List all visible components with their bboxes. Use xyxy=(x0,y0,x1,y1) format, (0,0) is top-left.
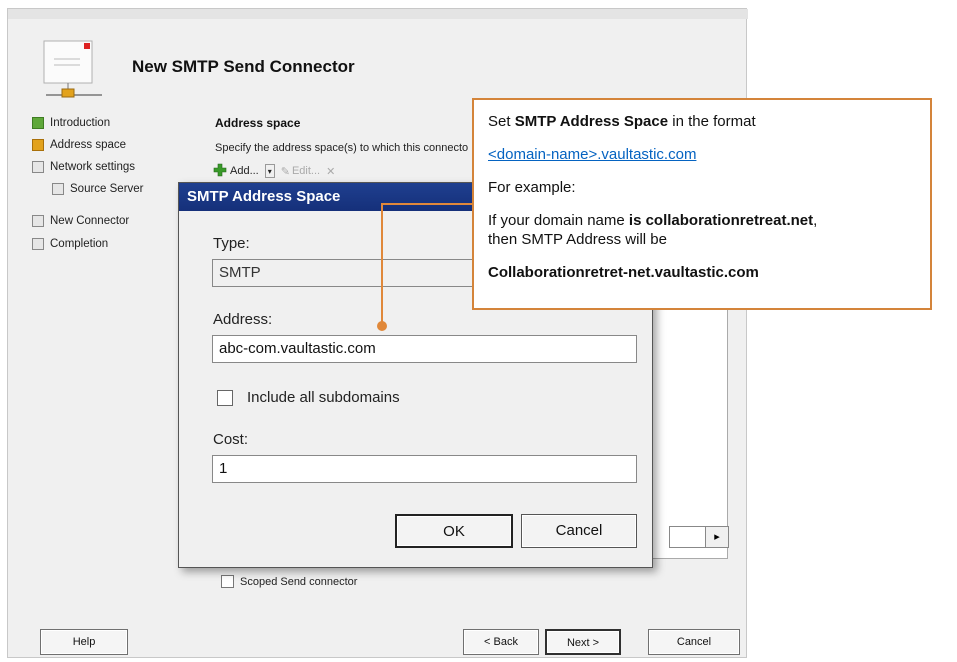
callout-emphasis: SMTP Address Space xyxy=(514,113,669,130)
include-subdomains-row[interactable]: Include all subdomains xyxy=(217,389,400,406)
cost-input[interactable]: 1 xyxy=(212,455,637,483)
step-label: Network settings xyxy=(50,161,136,173)
step-label: Completion xyxy=(50,238,109,250)
callout-line-link: <domain-name>.vaultastic.com xyxy=(488,145,916,164)
step-label: Introduction xyxy=(50,117,111,129)
pencil-icon: ✎ xyxy=(280,165,290,178)
back-button[interactable]: < Back xyxy=(463,629,539,655)
section-description: Specify the address space(s) to which th… xyxy=(215,142,468,154)
step-current-icon xyxy=(32,139,44,151)
edit-button-label: Edit... xyxy=(291,165,321,177)
add-dropdown-button[interactable]: ▾ xyxy=(264,164,275,178)
section-heading: Address space xyxy=(215,116,301,130)
add-button[interactable]: Add... xyxy=(213,163,259,180)
wizard-title: New SMTP Send Connector xyxy=(132,57,355,76)
step-pending-icon xyxy=(32,238,44,250)
step-label: Address space xyxy=(50,139,127,151)
step-label: New Connector xyxy=(50,215,130,227)
next-button[interactable]: Next > xyxy=(545,629,621,655)
callout-line-domain: If your domain name is collaborationretr… xyxy=(488,211,916,249)
help-button[interactable]: Help xyxy=(40,629,128,655)
cost-label: Cost: xyxy=(213,431,249,448)
callout-result-text: Collaborationretret-net.vaultastic.com xyxy=(488,264,759,281)
add-button-label: Add... xyxy=(230,165,259,177)
step-new-connector: New Connector xyxy=(32,215,129,227)
step-pending-icon xyxy=(52,183,64,195)
edit-button[interactable]: ✎ Edit... xyxy=(281,165,320,178)
connector-icon xyxy=(40,37,118,103)
format-link[interactable]: <domain-name>.vaultastic.com xyxy=(488,146,696,163)
horizontal-scrollbar-track[interactable] xyxy=(669,526,705,548)
callout-text: then SMTP Address will be xyxy=(488,231,667,248)
callout-example-label: For example: xyxy=(488,179,576,196)
type-field: SMTP xyxy=(212,259,502,287)
include-subdomains-label: Include all subdomains xyxy=(247,389,400,406)
chevron-down-icon: ▾ xyxy=(267,166,272,176)
address-label: Address: xyxy=(213,311,273,328)
address-input[interactable]: abc-com.vaultastic.com xyxy=(212,335,637,363)
chevron-right-icon: ▸ xyxy=(714,531,720,543)
callout-result: Collaborationretret-net.vaultastic.com xyxy=(488,263,916,282)
address-toolbar: Add... ▾ ✎ Edit... ✕ xyxy=(213,162,341,180)
step-source-server: Source Server xyxy=(52,183,144,195)
callout-text: in the format xyxy=(668,113,756,130)
callout-text: If your domain name xyxy=(488,212,629,229)
wizard-cancel-button[interactable]: Cancel xyxy=(648,629,740,655)
add-icon xyxy=(213,163,227,180)
callout-emphasis: is collaborationretreat.net xyxy=(628,212,814,229)
ok-button[interactable]: OK xyxy=(395,514,513,548)
type-label: Type: xyxy=(213,235,250,252)
step-pending-icon xyxy=(32,161,44,173)
delete-icon: ✕ xyxy=(326,165,336,178)
callout-line-format: Set SMTP Address Space in the format xyxy=(488,112,916,131)
delete-button[interactable]: ✕ xyxy=(326,165,335,178)
step-pending-icon xyxy=(32,215,44,227)
callout-text: Set xyxy=(488,113,515,130)
step-completion: Completion xyxy=(32,238,108,250)
scoped-connector-row[interactable]: Scoped Send connector xyxy=(221,575,357,588)
dialog-cancel-button[interactable]: Cancel xyxy=(521,514,637,548)
include-subdomains-checkbox[interactable] xyxy=(217,389,233,406)
step-address-space: Address space xyxy=(32,139,126,151)
scoped-connector-label: Scoped Send connector xyxy=(240,575,358,588)
instruction-callout: Set SMTP Address Space in the format <do… xyxy=(472,98,932,310)
scroll-right-button[interactable]: ▸ xyxy=(705,526,729,548)
step-network-settings: Network settings xyxy=(32,161,135,173)
step-introduction: Introduction xyxy=(32,117,110,129)
scoped-connector-checkbox[interactable] xyxy=(221,575,234,588)
step-label: Source Server xyxy=(70,183,144,195)
step-complete-icon xyxy=(32,117,44,129)
window-top-strip xyxy=(8,9,748,19)
callout-text: , xyxy=(813,212,818,229)
